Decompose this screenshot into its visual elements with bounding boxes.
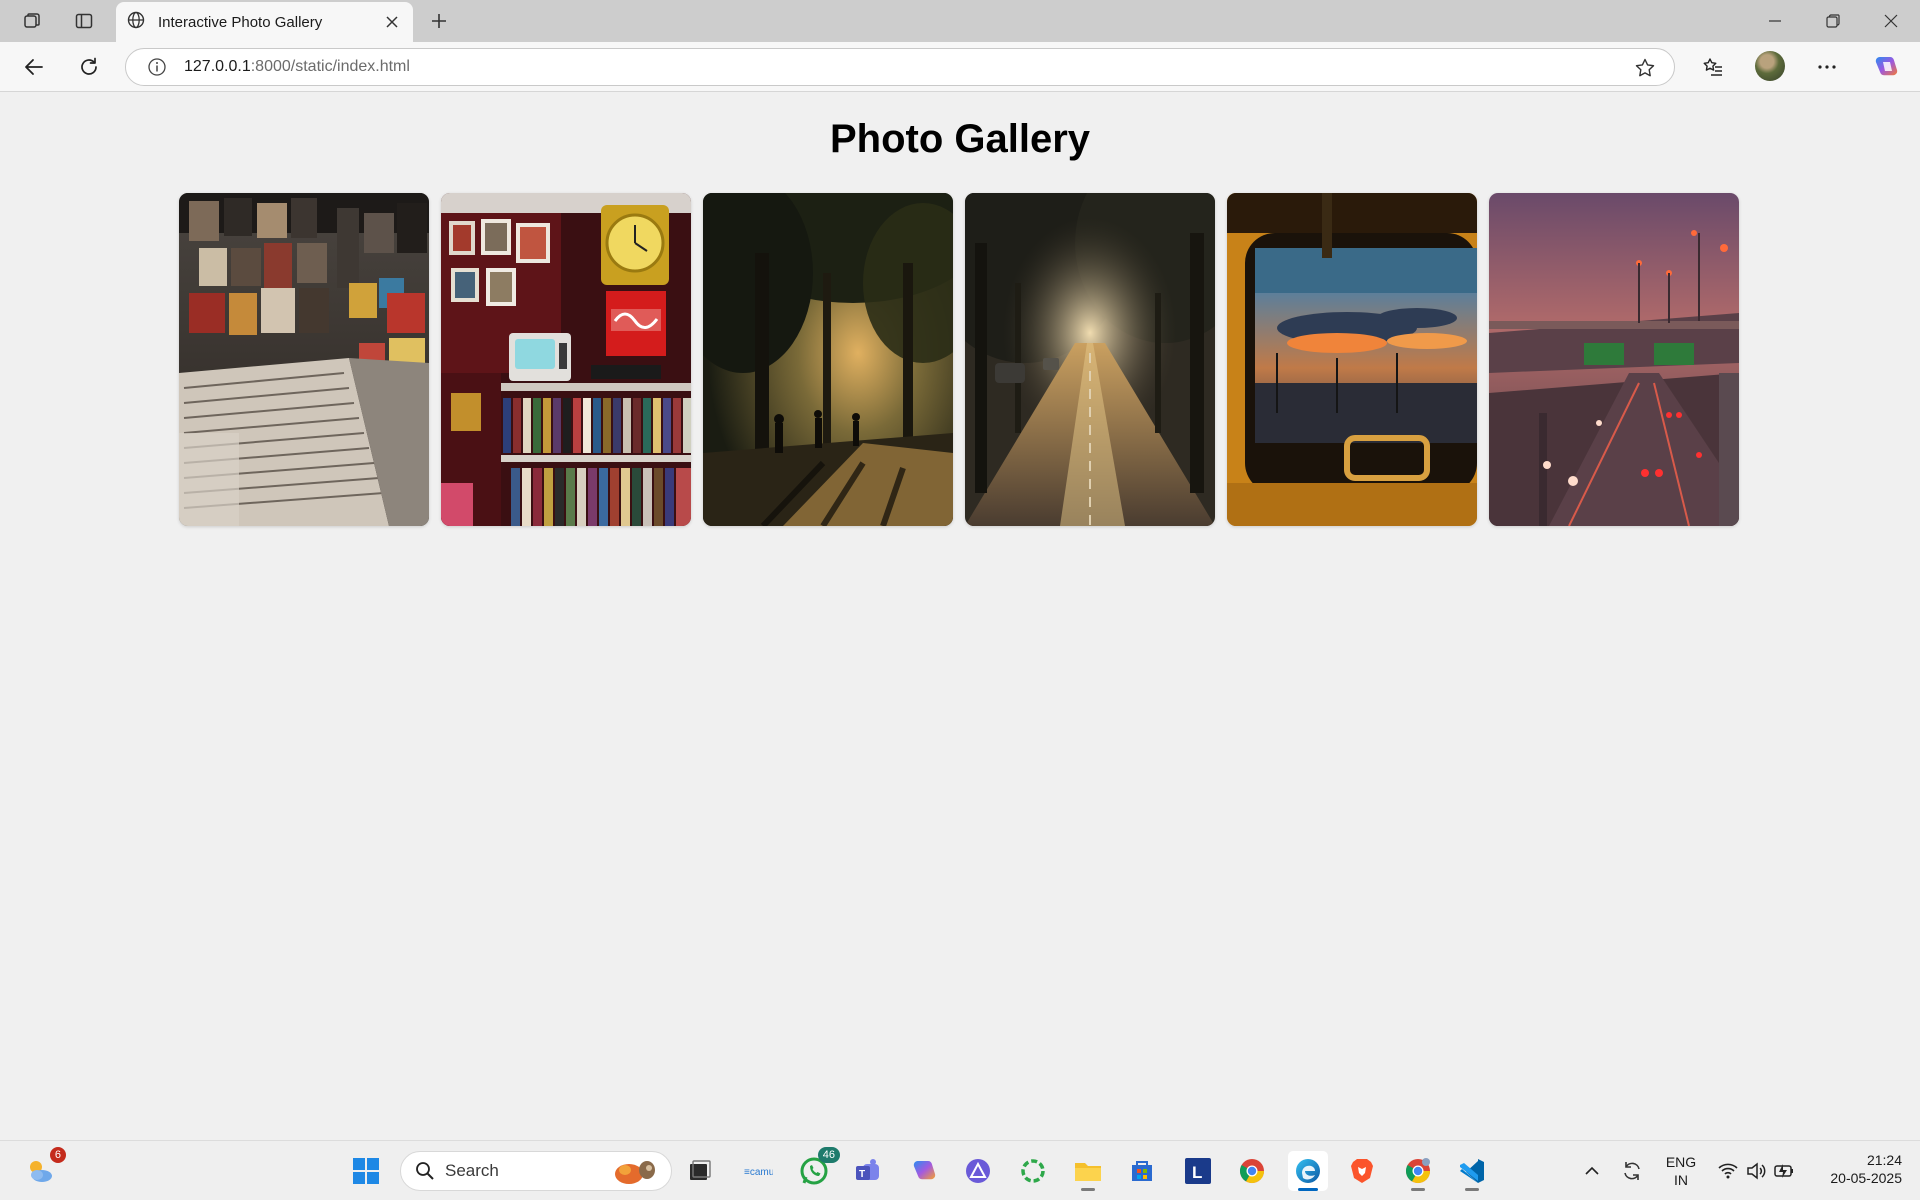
clock-time: 21:24	[1866, 1152, 1902, 1168]
teams-icon[interactable]: T	[848, 1151, 888, 1191]
photo-highway-dusk[interactable]	[1489, 193, 1739, 526]
close-window-button[interactable]	[1862, 0, 1920, 42]
page-content: Photo Gallery	[0, 93, 1920, 1140]
profile-avatar[interactable]	[1755, 51, 1785, 81]
running-indicator	[1081, 1188, 1095, 1191]
active-tab[interactable]: Interactive Photo Gallery	[116, 2, 413, 42]
svg-text:T: T	[859, 1169, 865, 1180]
photo-tree-lined-road[interactable]	[965, 193, 1215, 526]
minimize-button[interactable]	[1746, 0, 1804, 42]
svg-text:≡camu: ≡camu	[744, 1167, 773, 1178]
address-bar[interactable]: 127.0.0.1:8000/static/index.html	[125, 48, 1675, 86]
back-arrow-icon[interactable]	[14, 47, 54, 87]
more-options-icon[interactable]	[1807, 47, 1847, 87]
vscode-icon[interactable]	[1452, 1151, 1492, 1191]
running-indicator	[1465, 1188, 1479, 1191]
l-app-icon[interactable]: L	[1178, 1151, 1218, 1191]
vertical-tabs-icon[interactable]	[64, 1, 104, 41]
photo-park-sunset[interactable]	[703, 193, 953, 526]
loading-ring-app-icon[interactable]	[1013, 1151, 1053, 1191]
camu-app-icon[interactable]: ≡camu	[738, 1151, 778, 1191]
copilot-app-icon[interactable]	[904, 1151, 944, 1191]
url-host: 127.0.0.1	[184, 58, 251, 75]
clock-date: 20-05-2025	[1830, 1170, 1902, 1186]
close-tab-icon[interactable]	[381, 11, 403, 33]
running-indicator	[1411, 1188, 1425, 1191]
search-icon	[415, 1161, 435, 1181]
browser-toolbar: 127.0.0.1:8000/static/index.html	[0, 42, 1920, 92]
edge-icon[interactable]	[1288, 1151, 1328, 1191]
clock[interactable]: 21:24 20-05-2025	[1806, 1151, 1910, 1187]
globe-icon	[126, 10, 146, 35]
favorites-icon[interactable]	[1693, 47, 1733, 87]
url-path: :8000/static/index.html	[250, 58, 410, 75]
file-explorer-icon[interactable]	[1068, 1151, 1108, 1191]
photo-vintage-shop[interactable]	[441, 193, 691, 526]
photo-gallery	[179, 193, 1739, 526]
task-view-icon[interactable]	[680, 1151, 720, 1191]
chrome-profile-icon[interactable]	[1398, 1151, 1438, 1191]
favorite-star-icon[interactable]	[1634, 57, 1656, 79]
show-hidden-icons-chevron-icon[interactable]	[1572, 1151, 1612, 1191]
page-title: Photo Gallery	[829, 117, 1091, 161]
browser-tab-bar: Interactive Photo Gallery	[0, 0, 1920, 42]
microsoft-store-icon[interactable]	[1122, 1151, 1162, 1191]
active-indicator	[1298, 1188, 1318, 1191]
photo-record-store[interactable]	[179, 193, 429, 526]
search-highlight-icon	[611, 1158, 659, 1186]
workspaces-icon[interactable]	[12, 1, 52, 41]
whatsapp-badge: 46	[817, 1147, 840, 1163]
refresh-icon[interactable]	[69, 47, 109, 87]
search-label: Search	[445, 1161, 499, 1180]
affinity-app-icon[interactable]	[958, 1151, 998, 1191]
svg-text:L: L	[1192, 1163, 1202, 1182]
taskbar: 6 Search ≡camu 46 T L ENG IN 21:24 20-05…	[0, 1140, 1920, 1200]
start-windows-icon[interactable]	[346, 1151, 386, 1191]
brave-icon[interactable]	[1342, 1151, 1382, 1191]
site-info-icon[interactable]	[146, 56, 168, 78]
weather-badge: 6	[49, 1147, 66, 1163]
photo-bus-window-sunset[interactable]	[1227, 193, 1477, 526]
new-tab-button[interactable]	[420, 2, 458, 40]
weather-widget-icon[interactable]: 6	[20, 1147, 66, 1191]
tab-title: Interactive Photo Gallery	[158, 13, 323, 31]
region-code: IN	[1674, 1172, 1688, 1188]
copilot-icon[interactable]	[1866, 47, 1906, 87]
url-text: 127.0.0.1:8000/static/index.html	[184, 58, 410, 76]
sync-icon[interactable]	[1612, 1151, 1652, 1191]
whatsapp-icon[interactable]: 46	[794, 1147, 840, 1191]
language-indicator[interactable]: ENG IN	[1654, 1153, 1708, 1189]
taskbar-search[interactable]: Search	[400, 1151, 672, 1191]
language-code: ENG	[1665, 1154, 1697, 1170]
chrome-icon[interactable]	[1232, 1151, 1272, 1191]
battery-charging-icon[interactable]	[1764, 1151, 1804, 1191]
restore-button[interactable]	[1804, 0, 1862, 42]
